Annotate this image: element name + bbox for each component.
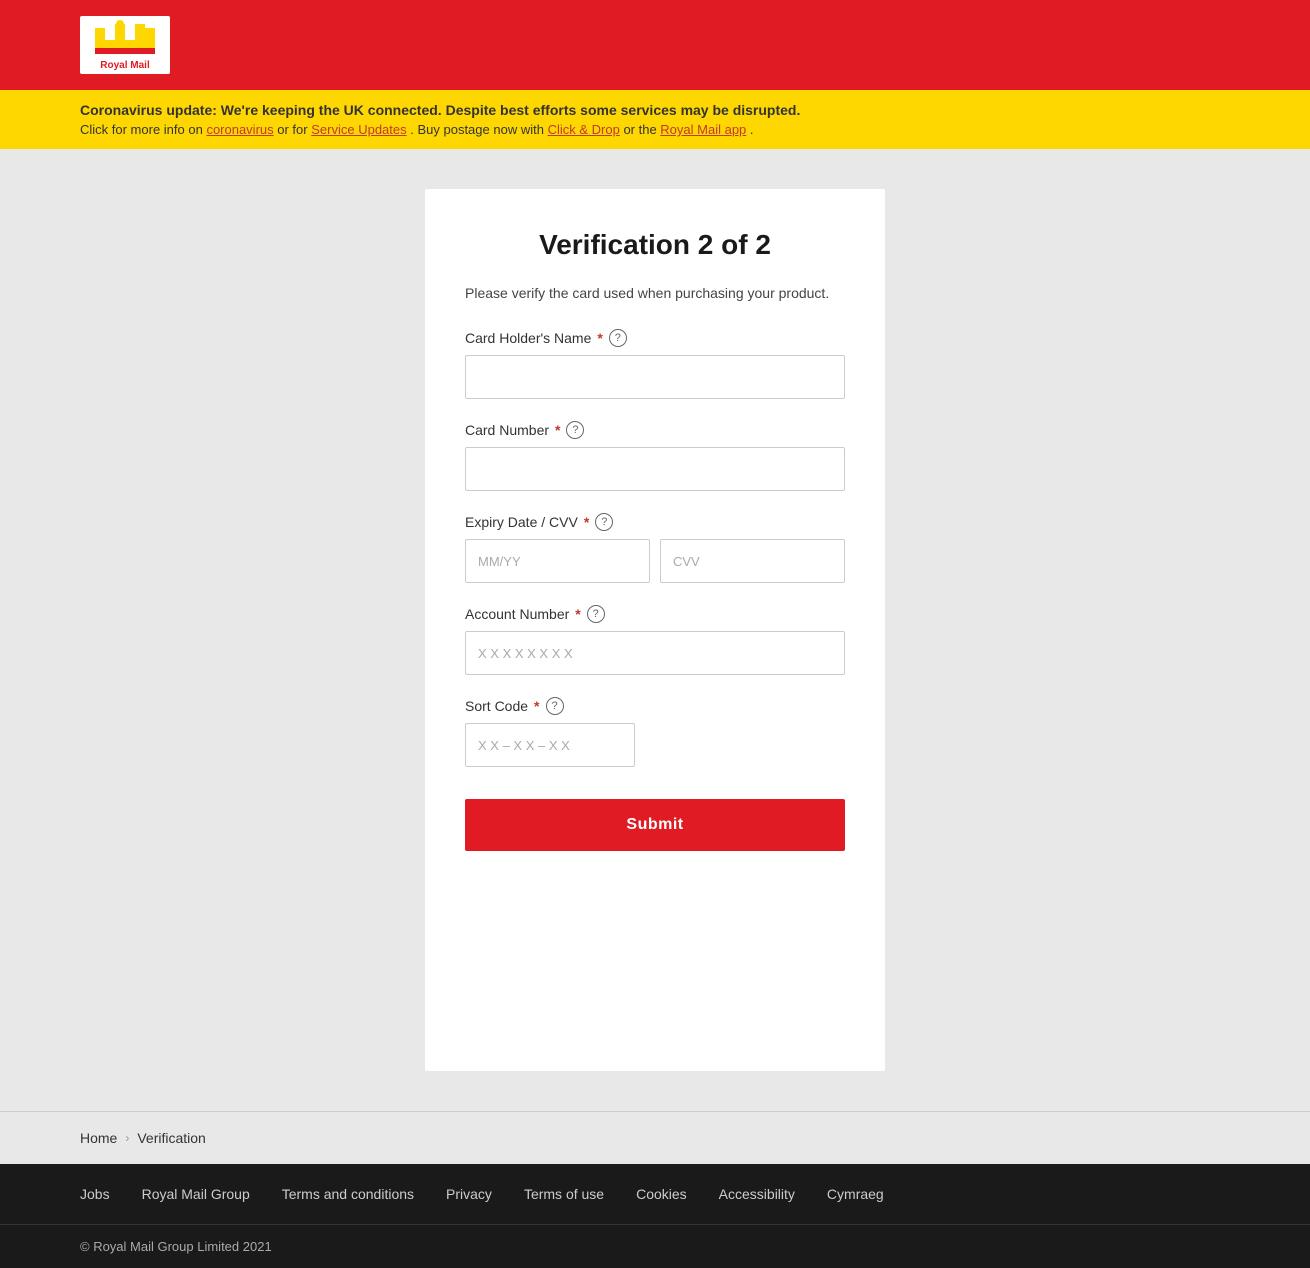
card-number-label: Card Number * ? — [465, 421, 845, 439]
field-group-card-holder-name: Card Holder's Name * ? — [465, 329, 845, 399]
field-group-sort-code: Sort Code * ? — [465, 697, 845, 767]
account-number-input[interactable] — [465, 631, 845, 675]
required-indicator: * — [575, 606, 580, 622]
svg-text:Royal Mail: Royal Mail — [100, 60, 150, 71]
footer-nav-link-privacy[interactable]: Privacy — [446, 1186, 492, 1202]
alert-body-middle2: . Buy postage now with — [410, 122, 547, 137]
card-holder-name-help-icon[interactable]: ? — [609, 329, 627, 347]
required-indicator: * — [534, 698, 539, 714]
footer-nav-link-terms-of-use[interactable]: Terms of use — [524, 1186, 604, 1202]
submit-button[interactable]: Submit — [465, 799, 845, 851]
required-indicator: * — [584, 514, 589, 530]
breadcrumb-current: Verification — [137, 1130, 205, 1146]
field-group-card-number: Card Number * ? — [465, 421, 845, 491]
footer-nav: Jobs Royal Mail Group Terms and conditions… — [0, 1164, 1310, 1224]
expiry-cvv-help-icon[interactable]: ? — [595, 513, 613, 531]
copyright-text: © Royal Mail Group Limited 2021 — [80, 1239, 1230, 1254]
footer-nav-link-cookies[interactable]: Cookies — [636, 1186, 687, 1202]
field-group-expiry-cvv: Expiry Date / CVV * ? — [465, 513, 845, 583]
account-number-label: Account Number * ? — [465, 605, 845, 623]
card-number-input[interactable] — [465, 447, 845, 491]
expiry-cvv-label: Expiry Date / CVV * ? — [465, 513, 845, 531]
field-group-account-number: Account Number * ? — [465, 605, 845, 675]
breadcrumb-home-link[interactable]: Home — [80, 1130, 117, 1146]
alert-link-coronavirus[interactable]: coronavirus — [206, 122, 273, 137]
alert-body: Click for more info on coronavirus or fo… — [80, 122, 1230, 137]
main-content: Verification 2 of 2 Please verify the ca… — [0, 149, 1310, 1111]
alert-body-suffix: . — [750, 122, 754, 137]
footer-nav-link-terms-and-conditions[interactable]: Terms and conditions — [282, 1186, 414, 1202]
footer-nav-link-royal-mail-group[interactable]: Royal Mail Group — [142, 1186, 250, 1202]
form-subtitle: Please verify the card used when purchas… — [465, 285, 845, 301]
alert-body-middle3: or the — [623, 122, 660, 137]
form-title: Verification 2 of 2 — [465, 229, 845, 261]
footer-nav-link-cymraeg[interactable]: Cymraeg — [827, 1186, 884, 1202]
breadcrumb-separator: › — [125, 1131, 129, 1145]
required-indicator: * — [555, 422, 560, 438]
card-holder-name-label: Card Holder's Name * ? — [465, 329, 845, 347]
card-holder-name-input[interactable] — [465, 355, 845, 399]
alert-body-prefix: Click for more info on — [80, 122, 206, 137]
expiry-cvv-row — [465, 539, 845, 583]
sort-code-label: Sort Code * ? — [465, 697, 845, 715]
required-indicator: * — [597, 330, 602, 346]
footer-nav-link-jobs[interactable]: Jobs — [80, 1186, 110, 1202]
footer-copyright: © Royal Mail Group Limited 2021 — [0, 1224, 1310, 1268]
alert-link-service-updates[interactable]: Service Updates — [311, 122, 406, 137]
card-number-help-icon[interactable]: ? — [566, 421, 584, 439]
alert-link-click-drop[interactable]: Click & Drop — [548, 122, 620, 137]
alert-title: Coronavirus update: We're keeping the UK… — [80, 102, 1230, 118]
alert-banner: Coronavirus update: We're keeping the UK… — [0, 90, 1310, 149]
site-header: Royal Mail — [0, 0, 1310, 90]
expiry-date-input[interactable] — [465, 539, 650, 583]
logo[interactable]: Royal Mail — [80, 16, 170, 74]
cvv-input[interactable] — [660, 539, 845, 583]
breadcrumb: Home › Verification — [80, 1130, 1230, 1146]
alert-link-royal-mail-app[interactable]: Royal Mail app — [660, 122, 746, 137]
verification-form-card: Verification 2 of 2 Please verify the ca… — [425, 189, 885, 1071]
sort-code-help-icon[interactable]: ? — [546, 697, 564, 715]
account-number-help-icon[interactable]: ? — [587, 605, 605, 623]
footer-nav-link-accessibility[interactable]: Accessibility — [719, 1186, 795, 1202]
breadcrumb-bar: Home › Verification — [0, 1111, 1310, 1164]
alert-body-middle1: or for — [277, 122, 311, 137]
sort-code-input[interactable] — [465, 723, 635, 767]
